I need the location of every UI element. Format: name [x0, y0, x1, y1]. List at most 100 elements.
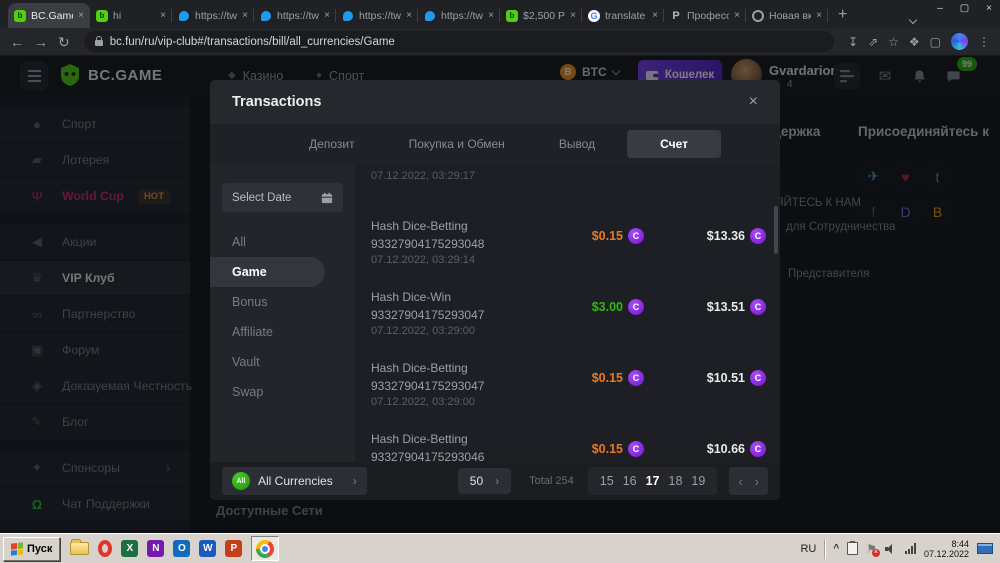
- tab-close-icon[interactable]: ×: [406, 10, 412, 21]
- tx-date: 07.12.2022, 03:29:00: [371, 395, 514, 410]
- tx-amount: $0.15: [592, 229, 623, 243]
- file-explorer-icon[interactable]: [70, 542, 89, 555]
- network-signal-icon[interactable]: [905, 543, 916, 554]
- browser-tab-hi[interactable]: b hi ×: [90, 3, 172, 28]
- browser-profile-avatar[interactable]: [951, 33, 968, 50]
- action-center-flag-icon[interactable]: ⚑: [866, 543, 877, 555]
- bccoin-icon: C: [750, 299, 766, 315]
- globe-favicon: [752, 10, 764, 22]
- list-scrollbar[interactable]: [774, 206, 778, 254]
- browser-tab-promo[interactable]: b $2,500 Pr ×: [500, 3, 582, 28]
- browser-tab-newtab[interactable]: Новая вк ×: [746, 3, 828, 28]
- page-17-current[interactable]: 17: [646, 474, 660, 488]
- browser-tab-twitter-2[interactable]: https://twi ×: [254, 3, 336, 28]
- browser-tab-profession[interactable]: P Профессо ×: [664, 3, 746, 28]
- browser-toolbar: ← → ↻ bc.fun/ru/vip-club#/transactions/b…: [0, 28, 1000, 56]
- hidden-icons-chevron[interactable]: ^: [833, 543, 839, 554]
- browser-tab-twitter-1[interactable]: https://twi ×: [172, 3, 254, 28]
- tab-close-icon[interactable]: ×: [734, 10, 740, 21]
- tab-close-icon[interactable]: ×: [488, 10, 494, 21]
- page-19[interactable]: 19: [691, 474, 705, 488]
- browser-tab-translate[interactable]: G translate ×: [582, 3, 664, 28]
- tx-balance: $10.66: [707, 442, 745, 456]
- onenote-icon[interactable]: N: [147, 540, 164, 557]
- reload-button[interactable]: ↻: [58, 35, 70, 49]
- filter-all[interactable]: All: [222, 227, 343, 257]
- outlook-icon[interactable]: O: [173, 540, 190, 557]
- tab-close-icon[interactable]: ×: [324, 10, 330, 21]
- tx-date: 07.12.2022, 03:29:00: [371, 324, 514, 339]
- tab-withdraw[interactable]: Вывод: [537, 130, 617, 158]
- tab-close-icon[interactable]: ×: [816, 10, 822, 21]
- chevron-right-icon: ›: [353, 474, 357, 488]
- browser-tab-twitter-3[interactable]: https://twi ×: [336, 3, 418, 28]
- start-button[interactable]: Пуск: [3, 537, 60, 561]
- transaction-row[interactable]: Hash Dice-Betting 93327904175293048 07.1…: [371, 218, 766, 289]
- tab-close-icon[interactable]: ×: [160, 10, 166, 21]
- transaction-list[interactable]: 07.12.2022, 03:29:17 Hash Dice-Betting 9…: [355, 164, 780, 462]
- google-favicon: G: [588, 10, 600, 22]
- transaction-row[interactable]: Hash Dice-Betting 93327904175293047 07.1…: [371, 360, 766, 431]
- share-icon[interactable]: ⇗: [868, 36, 878, 48]
- speaker-icon[interactable]: [885, 543, 897, 555]
- address-bar[interactable]: bc.fun/ru/vip-club#/transactions/bill/al…: [84, 31, 834, 52]
- start-label: Пуск: [27, 543, 52, 555]
- transaction-row[interactable]: Hash Dice-Win 93327904175293047 07.12.20…: [371, 289, 766, 360]
- tab-group-icon[interactable]: ▢: [930, 36, 941, 48]
- install-icon[interactable]: ↧: [848, 36, 858, 48]
- tab-close-icon[interactable]: ×: [242, 10, 248, 21]
- all-currencies-coin-icon: All: [232, 472, 250, 490]
- filter-bonus[interactable]: Bonus: [222, 287, 343, 317]
- transactions-modal: Transactions × Депозит Покупка и Обмен В…: [210, 80, 780, 500]
- maximize-button[interactable]: ▢: [960, 3, 969, 14]
- prev-page-icon[interactable]: ‹: [738, 474, 742, 489]
- browser-tab-twitter-4[interactable]: https://twi ×: [418, 3, 500, 28]
- browser-tab-bcgame[interactable]: b BC.Game ×: [8, 3, 90, 28]
- tab-buy-swap[interactable]: Покупка и Обмен: [387, 130, 527, 158]
- chrome-taskbar-button-active[interactable]: [251, 536, 279, 561]
- tab-bill[interactable]: Счет: [627, 130, 721, 158]
- tab-close-icon[interactable]: ×: [652, 10, 658, 21]
- display-tray-icon[interactable]: [977, 543, 993, 554]
- tab-label: hi: [113, 10, 155, 22]
- url-text[interactable]: bc.fun/ru/vip-club#/transactions/bill/al…: [110, 36, 395, 48]
- bccoin-icon: C: [750, 228, 766, 244]
- window-close-button[interactable]: ×: [986, 3, 992, 14]
- excel-icon[interactable]: X: [121, 540, 138, 557]
- tab-close-icon[interactable]: ×: [78, 10, 84, 21]
- new-tab-button[interactable]: +: [838, 6, 847, 24]
- word-icon[interactable]: W: [199, 540, 216, 557]
- page-15[interactable]: 15: [600, 474, 614, 488]
- select-date-button[interactable]: Select Date: [222, 183, 343, 212]
- extensions-icon[interactable]: ❖: [909, 36, 920, 48]
- web-page: BC.GAME ◆ Казино ● Спорт B BTC Кошелек G…: [0, 56, 1000, 533]
- page-size-selector[interactable]: 50 ›: [458, 468, 511, 494]
- page-16[interactable]: 16: [623, 474, 637, 488]
- opera-icon[interactable]: [98, 540, 112, 557]
- tab-deposit[interactable]: Депозит: [287, 130, 377, 158]
- filter-affiliate[interactable]: Affiliate: [222, 317, 343, 347]
- pagination: 15 16 17 18 19: [588, 467, 718, 495]
- minimize-button[interactable]: –: [937, 3, 943, 14]
- back-button[interactable]: ←: [10, 35, 24, 49]
- page-18[interactable]: 18: [669, 474, 683, 488]
- tray-clock[interactable]: 8:44 07.12.2022: [924, 539, 969, 559]
- tab-close-icon[interactable]: ×: [570, 10, 576, 21]
- tx-id: 93327904175293048: [371, 236, 514, 253]
- browser-menu-icon[interactable]: ⋮: [978, 36, 990, 48]
- bookmark-star-icon[interactable]: ☆: [888, 36, 899, 48]
- tab-search-icon[interactable]: [910, 10, 916, 28]
- filter-vault[interactable]: Vault: [222, 347, 343, 377]
- clipboard-tray-icon[interactable]: [847, 542, 858, 555]
- filter-game[interactable]: Game: [210, 257, 325, 287]
- modal-close-icon[interactable]: ×: [749, 93, 758, 111]
- bccoin-icon: C: [750, 441, 766, 457]
- transaction-row[interactable]: Hash Dice-Betting 93327904175293046 $0.1…: [371, 431, 766, 462]
- forward-button[interactable]: →: [34, 35, 48, 49]
- powerpoint-icon[interactable]: P: [225, 540, 242, 557]
- modal-footer: All All Currencies › 50 › Total 254 15 1…: [210, 462, 780, 500]
- next-page-icon[interactable]: ›: [755, 474, 759, 489]
- language-indicator[interactable]: RU: [800, 543, 816, 555]
- filter-swap[interactable]: Swap: [222, 377, 343, 407]
- currency-filter-button[interactable]: All All Currencies ›: [222, 467, 367, 495]
